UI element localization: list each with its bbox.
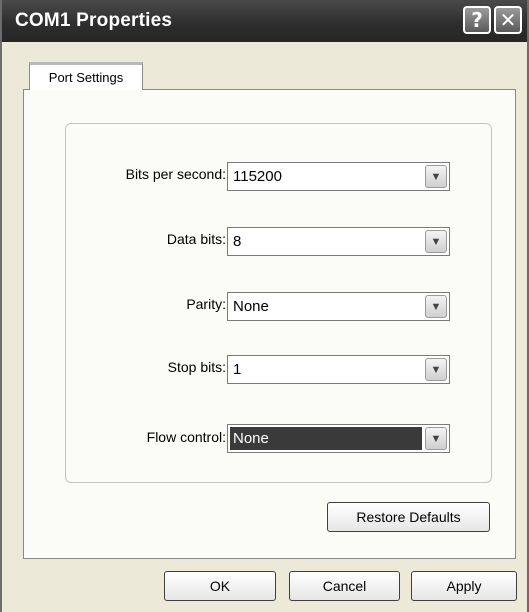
help-icon: ? xyxy=(471,8,483,32)
stop-bits-value: 1 xyxy=(233,361,242,378)
data-bits-value: 8 xyxy=(233,233,242,250)
chevron-down-icon[interactable]: ▼ xyxy=(425,358,447,381)
close-icon: ✕ xyxy=(499,8,517,32)
title-bar[interactable]: COM1 Properties ? ✕ xyxy=(2,0,527,42)
tab-port-settings[interactable]: Port Settings xyxy=(29,62,143,90)
window-title: COM1 Properties xyxy=(15,10,173,31)
flow-control-label: Flow control: xyxy=(146,429,226,445)
ok-button[interactable]: OK xyxy=(164,571,276,601)
cancel-button[interactable]: Cancel xyxy=(289,571,400,601)
apply-label: Apply xyxy=(446,578,482,594)
parity-value: None xyxy=(233,298,269,315)
stop-bits-select[interactable]: 1 ▼ xyxy=(227,355,450,384)
parity-label: Parity: xyxy=(186,296,226,312)
bits-per-second-select[interactable]: 115200 ▼ xyxy=(227,162,450,191)
tab-label: Port Settings xyxy=(48,70,124,85)
restore-defaults-button[interactable]: Restore Defaults xyxy=(327,502,490,532)
restore-defaults-label: Restore Defaults xyxy=(356,509,461,525)
ok-label: OK xyxy=(209,578,231,594)
flow-control-select[interactable]: None ▼ xyxy=(227,424,450,453)
chevron-down-icon[interactable]: ▼ xyxy=(425,230,447,253)
chevron-down-icon[interactable]: ▼ xyxy=(425,427,447,450)
bits-per-second-value: 115200 xyxy=(233,168,282,185)
close-button[interactable]: ✕ xyxy=(494,6,522,34)
help-button[interactable]: ? xyxy=(463,6,491,34)
data-bits-label: Data bits: xyxy=(166,231,226,247)
apply-button[interactable]: Apply xyxy=(411,571,517,601)
flow-control-value: None xyxy=(233,430,269,447)
settings-group: Bits per second: 115200 ▼ Data bits: 8 ▼… xyxy=(65,123,492,483)
cancel-label: Cancel xyxy=(322,578,367,594)
bits-per-second-label: Bits per second: xyxy=(125,166,226,182)
data-bits-select[interactable]: 8 ▼ xyxy=(227,227,450,256)
properties-dialog: COM1 Properties ? ✕ Port Settings Bits p… xyxy=(0,0,529,612)
chevron-down-icon[interactable]: ▼ xyxy=(425,295,447,318)
parity-select[interactable]: None ▼ xyxy=(227,292,450,321)
chevron-down-icon[interactable]: ▼ xyxy=(425,165,447,188)
stop-bits-label: Stop bits: xyxy=(167,359,226,375)
port-settings-panel: Bits per second: 115200 ▼ Data bits: 8 ▼… xyxy=(23,89,516,559)
